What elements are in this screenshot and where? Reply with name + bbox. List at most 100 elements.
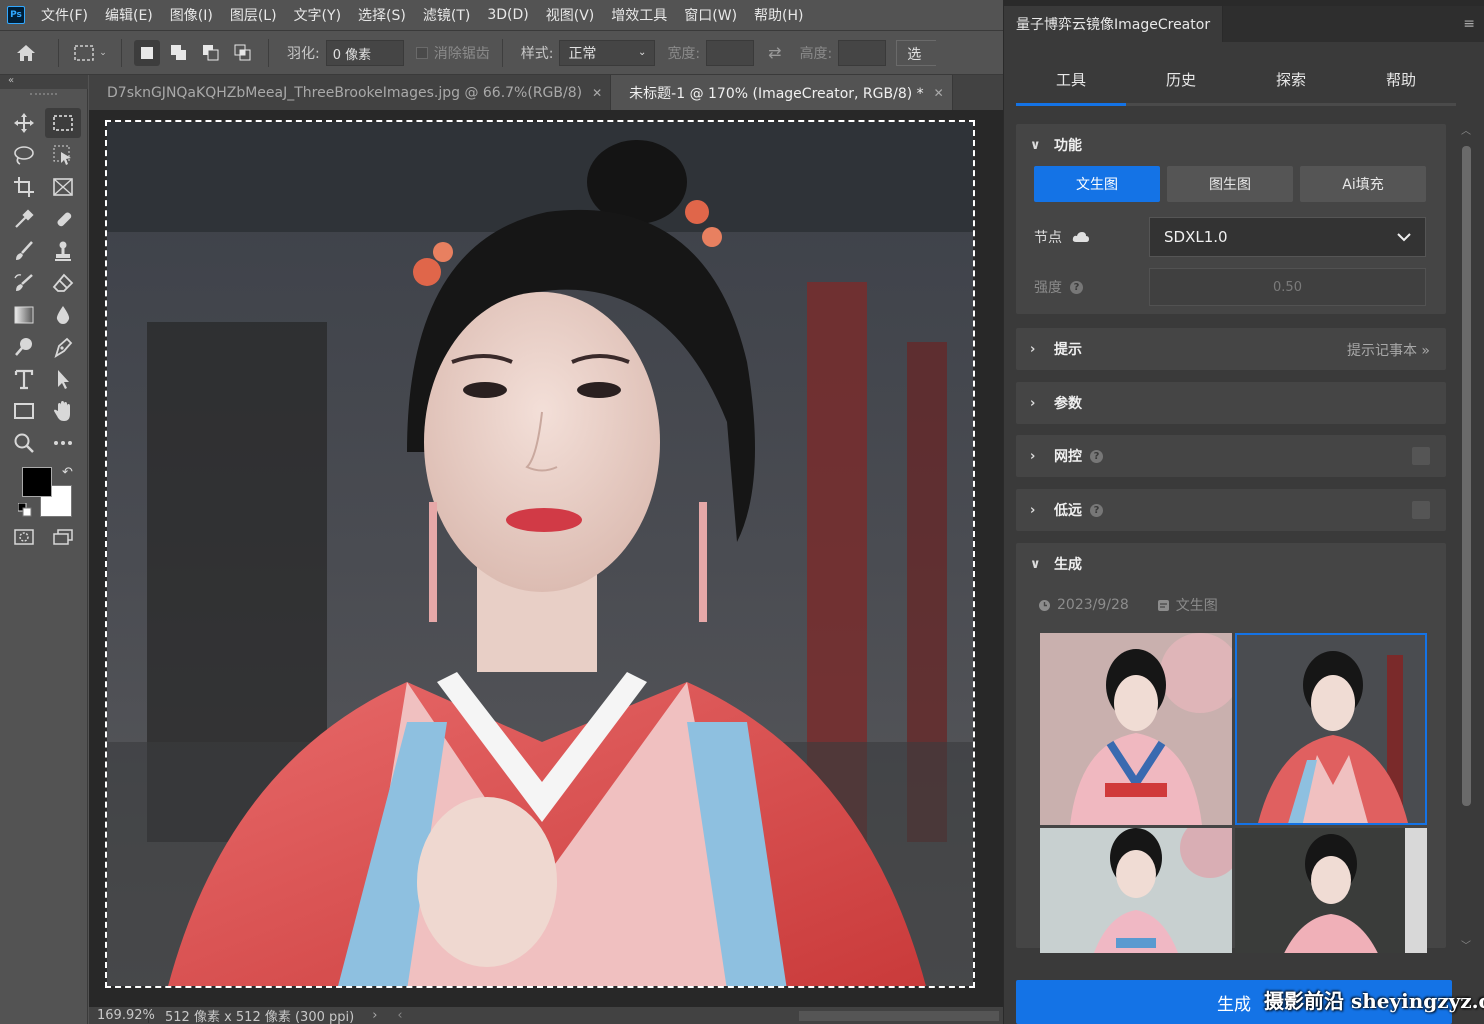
section-lowres[interactable]: › 低远 ? [1016, 489, 1446, 531]
rect-marquee-tool[interactable] [45, 108, 82, 138]
eraser-tool[interactable] [45, 268, 81, 298]
quick-mask-button[interactable] [6, 522, 42, 552]
menu-help[interactable]: 帮助(H) [746, 5, 812, 25]
crop-tool[interactable] [6, 172, 42, 202]
toolbar-grip[interactable] [30, 93, 57, 103]
section-prompt[interactable]: › 提示 提示记事本 » [1016, 328, 1446, 370]
style-select[interactable]: 正常 ⌄ [559, 39, 656, 66]
menu-file[interactable]: 文件(F) [33, 5, 97, 25]
scroll-left-arrow[interactable]: ‹ [397, 1008, 402, 1023]
stamp-tool[interactable] [45, 236, 81, 266]
healing-brush-tool[interactable] [45, 204, 81, 234]
panel-tab-imagecreator[interactable]: 量子博弈云镜像ImageCreator [1004, 6, 1224, 42]
document-canvas[interactable] [105, 120, 975, 988]
help-icon[interactable]: ? [1070, 280, 1083, 294]
screen-mode-button[interactable] [45, 522, 81, 552]
controlnet-toggle[interactable] [1412, 447, 1430, 465]
select-and-mask-button[interactable]: 选 [896, 39, 937, 66]
menu-view[interactable]: 视图(V) [538, 5, 604, 25]
width-input[interactable] [706, 39, 755, 66]
canvas-area[interactable] [89, 110, 1003, 1007]
subtract-selection-button[interactable] [198, 40, 224, 66]
lasso-tool[interactable] [6, 140, 42, 170]
chevron-down-icon[interactable]: ﹀ [1461, 937, 1471, 952]
scroll-thumb[interactable] [1462, 146, 1471, 806]
section-function-header[interactable]: ∨ 功能 [1016, 124, 1446, 166]
doc-tab-untitled[interactable]: 未标题-1 @ 170% (ImageCreator, RGB/8) * ✕ [611, 75, 953, 110]
section-lowres-header[interactable]: › 低远 ? [1016, 489, 1446, 531]
eyedropper-tool[interactable] [6, 204, 42, 234]
strength-input[interactable]: 0.50 [1149, 268, 1426, 306]
intersect-selection-button[interactable] [230, 40, 256, 66]
close-icon[interactable]: ✕ [934, 86, 944, 100]
menu-filter[interactable]: 滤镜(T) [415, 5, 479, 25]
chevron-up-icon[interactable]: ︿ [1461, 122, 1471, 137]
swap-colors-icon[interactable]: ↶ [62, 465, 73, 480]
status-menu-arrow[interactable]: › [372, 1008, 377, 1023]
tab-history[interactable]: 历史 [1126, 56, 1236, 103]
add-selection-button[interactable] [166, 40, 192, 66]
zoom-level[interactable]: 169.92% [89, 1008, 155, 1023]
menu-edit[interactable]: 编辑(E) [97, 5, 162, 25]
pen-tool[interactable] [45, 332, 81, 362]
swap-dimensions-icon[interactable]: ⇄ [768, 43, 781, 62]
horizontal-scrollbar[interactable] [799, 1011, 999, 1021]
tab-explore[interactable]: 探索 [1236, 56, 1346, 103]
section-controlnet-header[interactable]: › 网控 ? [1016, 435, 1446, 477]
home-button[interactable] [0, 31, 52, 74]
zoom-tool[interactable] [6, 428, 42, 458]
help-icon[interactable]: ? [1090, 449, 1103, 463]
dodge-tool[interactable] [6, 332, 42, 362]
node-select[interactable]: SDXL1.0 [1149, 217, 1426, 257]
feather-input[interactable]: 0 像素 [325, 39, 404, 66]
tab-tools[interactable]: 工具 [1016, 56, 1126, 106]
hand-tool[interactable] [45, 396, 81, 426]
new-selection-button[interactable] [134, 39, 160, 66]
screen-mode-icon [53, 529, 73, 545]
help-icon[interactable]: ? [1090, 503, 1103, 517]
cloud-icon [1072, 232, 1089, 242]
generated-thumb[interactable] [1040, 828, 1232, 953]
generated-thumb-selected[interactable] [1235, 633, 1427, 825]
tab-help[interactable]: 帮助 [1346, 56, 1456, 103]
toolbar-collapse-button[interactable]: « [0, 75, 88, 89]
generated-thumb[interactable] [1235, 828, 1427, 953]
section-controlnet[interactable]: › 网控 ? [1016, 435, 1446, 477]
menu-window[interactable]: 窗口(W) [676, 5, 746, 25]
text-to-image-button[interactable]: 文生图 [1034, 166, 1160, 202]
menu-plugins[interactable]: 增效工具 [603, 5, 676, 25]
default-colors-icon[interactable] [18, 503, 32, 517]
doc-tab-jpg[interactable]: D7sknGJNQaKQHZbMeeaJ_ThreeBrookeImages.j… [89, 75, 612, 110]
frame-tool[interactable] [45, 172, 81, 202]
tool-preset-picker[interactable]: ⌄ [65, 44, 115, 62]
path-select-tool[interactable] [45, 364, 81, 394]
menu-select[interactable]: 选择(S) [350, 5, 415, 25]
rectangle-tool[interactable] [6, 396, 42, 426]
image-to-image-button[interactable]: 图生图 [1167, 166, 1293, 202]
menu-image[interactable]: 图像(I) [162, 5, 222, 25]
menu-type[interactable]: 文字(Y) [286, 5, 350, 25]
move-tool[interactable] [6, 108, 42, 138]
menu-3d[interactable]: 3D(D) [479, 7, 537, 23]
height-input[interactable] [838, 39, 887, 66]
more-tools[interactable] [45, 428, 81, 458]
ai-fill-button[interactable]: Ai填充 [1300, 166, 1426, 202]
brush-tool[interactable] [6, 236, 42, 266]
generated-thumb[interactable] [1040, 633, 1232, 825]
foreground-color-swatch[interactable] [22, 467, 52, 497]
history-brush-tool[interactable] [6, 268, 42, 298]
blur-tool[interactable] [45, 300, 81, 330]
close-icon[interactable]: ✕ [592, 86, 602, 100]
hamburger-menu-icon[interactable]: ≡ [1463, 16, 1475, 32]
prompt-notebook-link[interactable]: 提示记事本 » [1347, 340, 1430, 360]
panel-scrollbar[interactable]: ︿ ﹀ [1461, 122, 1471, 952]
section-params[interactable]: › 参数 [1016, 382, 1446, 424]
object-select-tool[interactable] [45, 140, 81, 170]
menu-layer[interactable]: 图层(L) [222, 5, 286, 25]
section-generate-header[interactable]: ∨ 生成 [1016, 543, 1446, 585]
type-tool[interactable] [6, 364, 42, 394]
antialias-checkbox[interactable] [415, 46, 428, 59]
lowres-toggle[interactable] [1412, 501, 1430, 519]
section-params-header[interactable]: › 参数 [1016, 382, 1446, 424]
gradient-tool[interactable] [6, 300, 42, 330]
